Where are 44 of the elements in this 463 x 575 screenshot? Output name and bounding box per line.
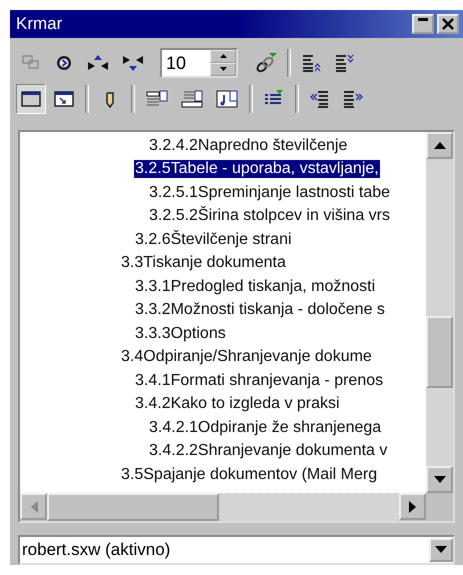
levels-value: 10 [165, 52, 188, 75]
vertical-scrollbar[interactable] [426, 132, 453, 494]
tree-item[interactable]: 3.3.3Options [134, 324, 227, 343]
down-arrow-icon [435, 546, 447, 554]
tree-item[interactable]: 3.2.5.1Spreminjanje lastnosti tabe [148, 184, 392, 202]
tree-item[interactable]: 3.4.2Kako to izgleda v praksi [134, 395, 341, 414]
scroll-thumb[interactable] [47, 493, 219, 522]
tree-item[interactable]: 3.4.1Formati shranjevanja - prenos [134, 372, 384, 390]
document-dropdown[interactable]: robert.sxw (aktivno) [18, 535, 455, 565]
tree-item[interactable]: 3.2.6Številčenje strani [134, 230, 293, 249]
scroll-up-button[interactable] [426, 132, 453, 159]
down-arrow-icon [220, 67, 226, 72]
tree-item[interactable]: 3.5Spajanje dokumentov (Mail Merg [120, 466, 378, 484]
tree-item[interactable]: 3.2.4.2Napredno številčenje [148, 136, 348, 155]
tree-item[interactable]: 3.4Odpiranje/Shranjevanje dokume [120, 348, 373, 366]
tree-item[interactable]: 3.2.5Tabele - uporaba, vstavljanje, [134, 160, 380, 178]
content-view-toggle[interactable] [16, 84, 46, 114]
tree-item[interactable]: 3.2.5.2Širina stolpcev in višina vrs [148, 207, 391, 226]
scroll-right-button[interactable] [399, 493, 426, 520]
levels-spin-box[interactable]: 10 [160, 48, 238, 78]
document-name: robert.sxw (aktivno) [21, 540, 170, 560]
horizontal-scrollbar[interactable] [20, 493, 453, 522]
tree-item[interactable]: 3.3Tiskanje dokumenta [120, 254, 287, 272]
up-arrow-icon [220, 54, 226, 58]
minimize-button[interactable] [412, 14, 434, 34]
left-arrow-icon [30, 500, 38, 513]
scroll-thumb[interactable] [426, 316, 453, 388]
dropdown-button[interactable] [429, 538, 453, 562]
tree-item[interactable]: 3.4.2.1Odpiranje že shranjenega [148, 418, 382, 437]
scroll-left-button[interactable] [20, 493, 47, 520]
down-arrow-icon [434, 476, 446, 484]
window-title: Krmar [16, 14, 62, 34]
spin-up-button[interactable] [210, 50, 236, 63]
tree-item[interactable]: 3.3.1Predogled tiskanja, možnosti [134, 278, 376, 296]
close-button[interactable] [437, 14, 459, 34]
tree-item[interactable]: 3.4.2.2Shranjevanje dokumenta v [148, 442, 388, 460]
tree-item[interactable]: 3.3.2Možnosti tiskanja - določene s [134, 301, 386, 320]
right-arrow-icon [408, 500, 416, 513]
close-icon [441, 16, 455, 31]
minimize-icon [418, 18, 428, 22]
window-icon [20, 88, 42, 109]
up-arrow-icon [434, 141, 446, 150]
spin-down-button[interactable] [210, 62, 236, 76]
scroll-down-button[interactable] [426, 466, 453, 494]
